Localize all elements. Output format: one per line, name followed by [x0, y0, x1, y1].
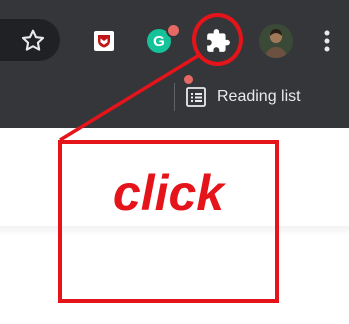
screenshot-stage: G Reading list click — [0, 0, 349, 324]
bookmarks-divider — [174, 83, 175, 111]
mcafee-shield-icon[interactable] — [92, 29, 116, 53]
profile-avatar[interactable] — [259, 24, 293, 58]
annotation-highlight-circle — [192, 13, 243, 66]
bookmark-star-icon[interactable] — [16, 24, 50, 58]
browser-toolbar: G — [0, 0, 349, 78]
annotation-click-label: click — [112, 165, 225, 221]
grammarly-letter: G — [153, 33, 165, 50]
vertical-ellipsis-icon[interactable] — [318, 24, 336, 58]
reading-list-button[interactable]: Reading list — [185, 80, 301, 114]
reading-list-label: Reading list — [217, 88, 301, 105]
grammarly-notification-badge — [166, 23, 181, 38]
reading-list-icon — [185, 86, 207, 108]
